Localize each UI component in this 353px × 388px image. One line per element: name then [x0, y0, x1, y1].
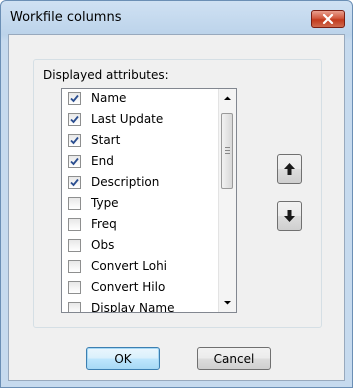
attributes-list-items: Name Last Update Start End Description Type Fr…	[62, 89, 236, 313]
attribute-list-item[interactable]: Convert Hilo	[62, 278, 236, 299]
move-up-button[interactable]	[277, 154, 302, 184]
attribute-checkbox[interactable]	[68, 239, 81, 252]
attribute-list-item[interactable]: Convert Lohi	[62, 257, 236, 278]
attribute-label: End	[91, 154, 114, 168]
attribute-checkbox[interactable]	[68, 176, 81, 189]
dialog-window: Workfile columns Displayed attributes: N…	[0, 0, 353, 388]
scroll-down-arrow-icon[interactable]	[223, 298, 232, 307]
attribute-label: Freq	[91, 217, 117, 231]
window-title: Workfile columns	[10, 10, 122, 25]
dialog-body: Displayed attributes: Name Last Update Sta…	[8, 34, 345, 381]
close-button[interactable]	[311, 10, 345, 28]
attribute-list-item[interactable]: Freq	[62, 215, 236, 236]
vertical-scrollbar[interactable]	[218, 89, 236, 312]
attribute-checkbox[interactable]	[68, 260, 81, 273]
checkmark-icon	[70, 157, 79, 166]
attribute-list-item[interactable]: End	[62, 152, 236, 173]
attribute-checkbox[interactable]	[68, 134, 81, 147]
ok-button[interactable]: OK	[86, 347, 160, 370]
attribute-label: Last Update	[91, 112, 164, 126]
attribute-checkbox[interactable]	[68, 155, 81, 168]
attribute-checkbox[interactable]	[68, 302, 81, 312]
thumb-grip	[225, 147, 230, 148]
cancel-button[interactable]: Cancel	[197, 347, 271, 370]
attribute-checkbox[interactable]	[68, 92, 81, 105]
attribute-checkbox[interactable]	[68, 113, 81, 126]
attribute-label: Name	[91, 91, 127, 105]
arrow-down-icon	[284, 210, 295, 222]
attribute-list-item[interactable]: Description	[62, 173, 236, 194]
move-down-button[interactable]	[277, 201, 302, 231]
attribute-checkbox[interactable]	[68, 197, 81, 210]
attribute-label: Type	[91, 196, 119, 210]
displayed-attributes-label: Displayed attributes:	[43, 68, 169, 82]
scroll-up-arrow-icon[interactable]	[223, 94, 232, 103]
attribute-label: Start	[91, 133, 121, 147]
attribute-label: Convert Lohi	[91, 259, 168, 273]
scroll-thumb[interactable]	[221, 113, 233, 189]
close-icon	[322, 14, 334, 24]
arrow-up-icon	[284, 163, 295, 175]
attribute-list-item[interactable]: Type	[62, 194, 236, 215]
attribute-label: Description	[91, 175, 160, 189]
title-bar[interactable]: Workfile columns	[1, 1, 352, 35]
attribute-list-item[interactable]: Display Name	[62, 299, 236, 313]
attribute-list-item[interactable]: Start	[62, 131, 236, 152]
attribute-label: Convert Hilo	[91, 280, 166, 294]
checkmark-icon	[70, 94, 79, 103]
attribute-list-item[interactable]: Name	[62, 89, 236, 110]
attribute-list-item[interactable]: Last Update	[62, 110, 236, 131]
checkmark-icon	[70, 178, 79, 187]
checkmark-icon	[70, 136, 79, 145]
attribute-list-item[interactable]: Obs	[62, 236, 236, 257]
attribute-label: Display Name	[91, 301, 175, 313]
attribute-checkbox[interactable]	[68, 281, 81, 294]
thumb-grip	[225, 153, 230, 154]
checkmark-icon	[70, 115, 79, 124]
attribute-label: Obs	[91, 238, 115, 252]
attribute-checkbox[interactable]	[68, 218, 81, 231]
thumb-grip	[225, 150, 230, 151]
attributes-list[interactable]: Name Last Update Start End Description Type Fr…	[61, 88, 237, 313]
